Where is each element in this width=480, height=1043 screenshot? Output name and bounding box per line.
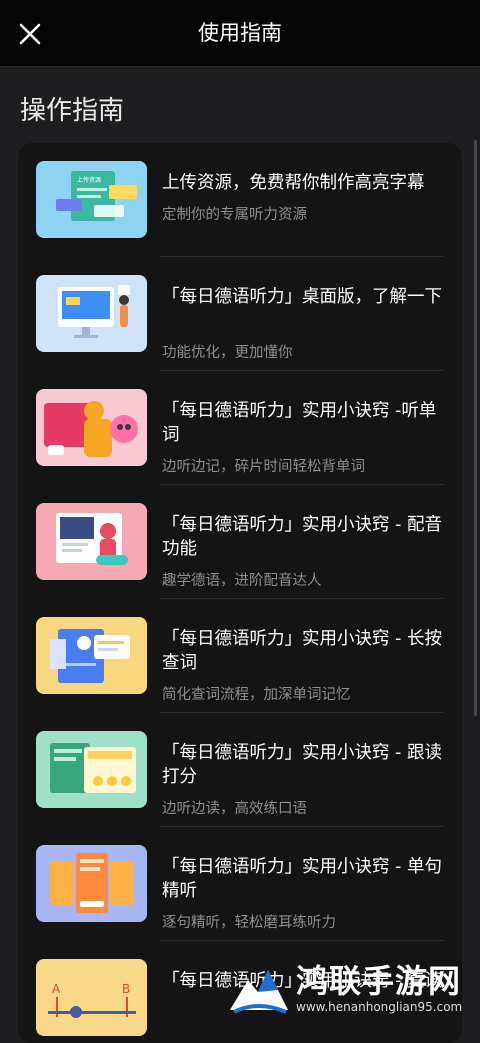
- thumb-label-b: B: [122, 982, 130, 996]
- item-subtitle: 趣学德语，进阶配音达人: [162, 573, 322, 589]
- thumbnail-dubbing: [36, 503, 147, 580]
- thumbnail-upload: 上传资源: [36, 161, 147, 238]
- list-item[interactable]: 「每日德语听力」实用小诀窍 - 配音功能 趣学德语，进阶配音达人: [18, 485, 462, 599]
- list-item[interactable]: 「每日德语听力」桌面版，了解一下 功能优化，更加懂你: [18, 257, 462, 371]
- scrollbar[interactable]: [474, 140, 477, 716]
- thumb-label-a: A: [52, 982, 61, 996]
- item-subtitle: 简化查词流程，加深单词记忆: [162, 687, 351, 703]
- thumbnail-repeat: A B: [36, 959, 147, 1036]
- item-title: 「每日德语听力」实用小诀窍 - 长按查词: [162, 629, 442, 673]
- watermark-url: www.henanhonglian95.com: [296, 1000, 463, 1014]
- list-item[interactable]: 「每日德语听力」实用小诀窍 - 跟读打分 边听边读，高效练口语: [18, 713, 462, 827]
- thumbnail-listen-words: [36, 389, 147, 466]
- watermark-name: 鸿联手游网: [296, 962, 462, 1000]
- item-title: 「每日德语听力」实用小诀窍 - 配音功能: [162, 515, 442, 559]
- top-bar: 使用指南: [0, 0, 480, 67]
- thumbnail-desktop: [36, 275, 147, 352]
- item-subtitle: 逐句精听，轻松磨耳练听力: [162, 915, 336, 931]
- thumbnail-read-along: [36, 731, 147, 808]
- list-item[interactable]: 上传资源 上传资源，免费帮你制作高亮字幕 定制你的专属听力资源: [18, 143, 462, 257]
- page-title: 使用指南: [198, 21, 282, 45]
- item-subtitle: 边听边记，碎片时间轻松背单词: [162, 459, 365, 475]
- item-title: 上传资源，免费帮你制作高亮字幕: [162, 173, 425, 193]
- item-subtitle: 功能优化，更加懂你: [162, 345, 293, 361]
- thumbnail-sentence-listening: [36, 845, 147, 922]
- item-subtitle: 边听边读，高效练口语: [162, 801, 307, 817]
- thumb-label: 上传资源: [77, 176, 101, 184]
- guide-list: 上传资源 上传资源，免费帮你制作高亮字幕 定制你的专属听力资源 「每日德语听力」…: [18, 143, 462, 1043]
- item-title: 「每日德语听力」桌面版，了解一下: [162, 287, 442, 307]
- thumbnail-long-press: [36, 617, 147, 694]
- list-item[interactable]: 「每日德语听力」实用小诀窍 - 单句精听 逐句精听，轻松磨耳练听力: [18, 827, 462, 941]
- item-title: 「每日德语听力」实用小诀窍 - 单句精听: [162, 857, 442, 901]
- item-subtitle: 定制你的专属听力资源: [162, 207, 307, 223]
- item-title: 「每日德语听力」实用小诀窍 - 跟读打分: [162, 743, 442, 787]
- list-item[interactable]: 「每日德语听力」实用小诀窍 -听单词 边听边记，碎片时间轻松背单词: [18, 371, 462, 485]
- watermark: 鸿联手游网 www.henanhonglian95.com: [228, 954, 480, 1020]
- watermark-logo-icon: [228, 960, 290, 1016]
- section-heading: 操作指南: [20, 96, 125, 126]
- item-title: 「每日德语听力」实用小诀窍 -听单词: [162, 401, 437, 445]
- list-item[interactable]: 「每日德语听力」实用小诀窍 - 长按查词 简化查词流程，加深单词记忆: [18, 599, 462, 713]
